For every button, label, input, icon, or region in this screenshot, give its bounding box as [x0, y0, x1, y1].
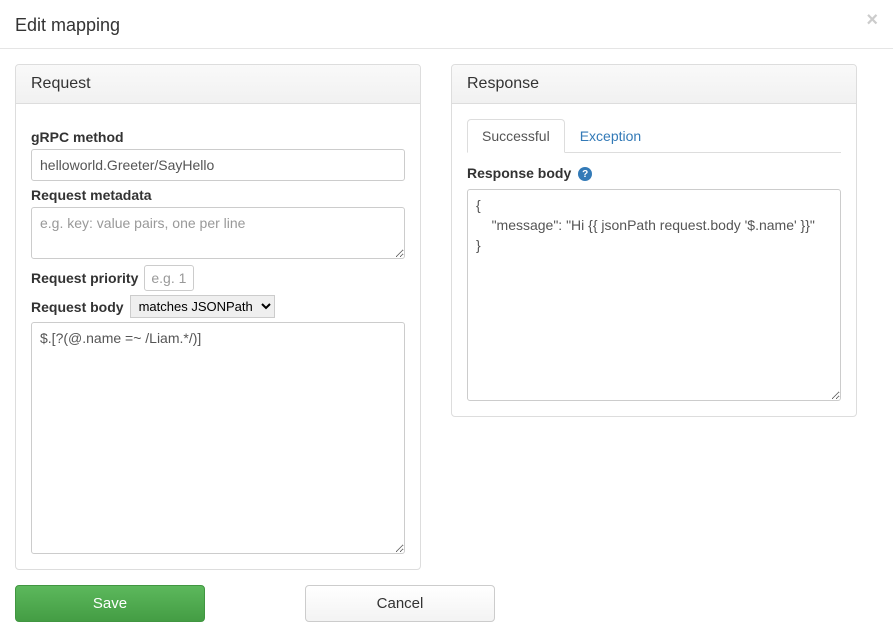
request-metadata-textarea[interactable]: [31, 207, 405, 259]
request-metadata-label: Request metadata: [31, 187, 152, 203]
modal-footer: Save Cancel: [0, 585, 893, 637]
help-icon[interactable]: ?: [578, 167, 592, 181]
request-priority-input[interactable]: [144, 265, 194, 291]
request-body-textarea[interactable]: $.[?(@.name =~ /Liam.*/)]: [31, 322, 405, 554]
request-body-label: Request body: [31, 299, 124, 315]
grpc-method-label: gRPC method: [31, 129, 124, 145]
response-panel: Response Successful Exception Response b…: [451, 64, 857, 417]
modal-header: Edit mapping ×: [0, 0, 893, 49]
edit-mapping-modal: Edit mapping × Request gRPC method Reque…: [0, 0, 893, 637]
request-body-row: Request body matches JSONPath: [31, 295, 405, 318]
response-panel-body: Successful Exception Response body ? { "…: [452, 104, 856, 416]
grpc-method-input[interactable]: [31, 149, 405, 181]
modal-body: Request gRPC method Request metadata Req…: [0, 49, 893, 585]
response-body-label-row: Response body ?: [467, 165, 841, 185]
request-priority-row: Request priority: [31, 265, 405, 291]
request-panel-body: gRPC method Request metadata Request pri…: [16, 104, 420, 569]
response-tabs: Successful Exception: [467, 119, 841, 153]
tab-exception[interactable]: Exception: [565, 119, 656, 153]
close-icon[interactable]: ×: [866, 10, 878, 30]
response-body-textarea[interactable]: { "message": "Hi {{ jsonPath request.bod…: [467, 189, 841, 401]
save-button[interactable]: Save: [15, 585, 205, 622]
request-panel: Request gRPC method Request metadata Req…: [15, 64, 421, 570]
cancel-button[interactable]: Cancel: [305, 585, 495, 622]
request-priority-label: Request priority: [31, 270, 138, 286]
response-body-label: Response body: [467, 165, 571, 181]
request-panel-title: Request: [16, 65, 420, 104]
tab-successful[interactable]: Successful: [467, 119, 565, 153]
modal-title: Edit mapping: [15, 15, 120, 35]
response-panel-title: Response: [452, 65, 856, 104]
request-body-match-select[interactable]: matches JSONPath: [130, 295, 275, 318]
